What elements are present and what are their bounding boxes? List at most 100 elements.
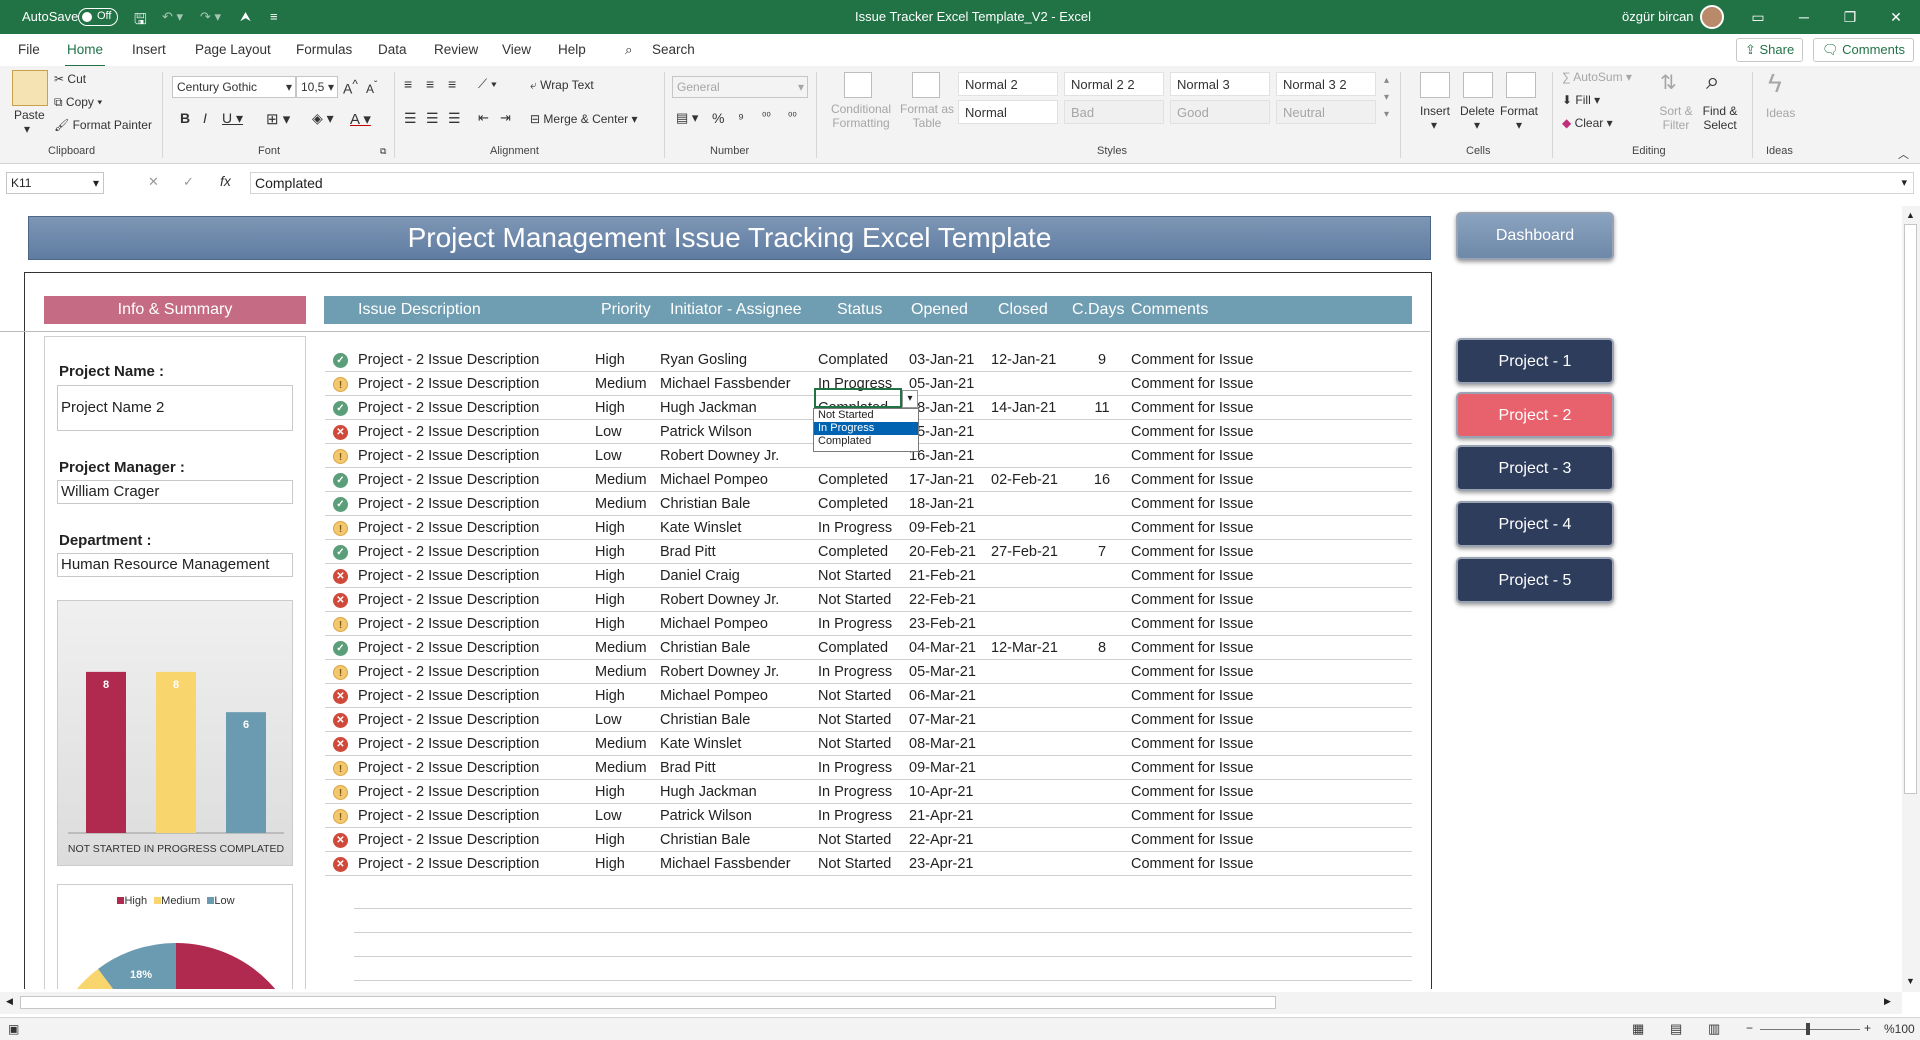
- table-row[interactable]: ✕Project - 2 Issue DescriptionHighChrist…: [325, 828, 1412, 852]
- col-priority[interactable]: Priority: [601, 296, 651, 324]
- autosave-toggle[interactable]: Off: [78, 8, 118, 26]
- cell-comment[interactable]: Comment for Issue: [1131, 492, 1254, 516]
- cell-priority[interactable]: Medium: [595, 732, 647, 756]
- cell-priority[interactable]: High: [595, 348, 625, 372]
- cell-comment[interactable]: Comment for Issue: [1131, 684, 1254, 708]
- tab-view[interactable]: View: [502, 42, 531, 57]
- cell-comment[interactable]: Comment for Issue: [1131, 348, 1254, 372]
- horizontal-scroll-thumb[interactable]: [20, 996, 1276, 1009]
- align-left-icon[interactable]: ☰: [404, 110, 417, 127]
- font-name-select[interactable]: Century Gothic▾: [172, 76, 296, 98]
- col-initiator-assignee[interactable]: Initiator - Assignee: [670, 296, 802, 324]
- vertical-scrollbar[interactable]: ▲ ▼: [1902, 206, 1920, 992]
- cell-assignee[interactable]: Robert Downey Jr.: [660, 588, 779, 612]
- cell-cdays[interactable]: 7: [1092, 540, 1112, 564]
- fill-color-icon[interactable]: ◈ ▾: [312, 110, 334, 127]
- zoom-slider[interactable]: [1760, 1029, 1860, 1030]
- zoom-in-icon[interactable]: +: [1864, 1021, 1871, 1035]
- cell-assignee[interactable]: Christian Bale: [660, 492, 750, 516]
- cell-assignee[interactable]: Daniel Craig: [660, 564, 740, 588]
- cell-status[interactable]: In Progress: [818, 756, 892, 780]
- zoom-out-icon[interactable]: −: [1746, 1021, 1753, 1035]
- cell-status[interactable]: Not Started: [818, 588, 891, 612]
- cell-comment[interactable]: Comment for Issue: [1131, 396, 1254, 420]
- tab-help[interactable]: Help: [558, 42, 586, 57]
- cell-assignee[interactable]: Michael Fassbender: [660, 372, 791, 396]
- merge-center-button[interactable]: ⊟ Merge & Center ▾: [530, 112, 637, 126]
- insert-cells-button[interactable]: Insert: [1420, 104, 1450, 118]
- table-row[interactable]: !Project - 2 Issue DescriptionHighKate W…: [325, 516, 1412, 540]
- cell-priority[interactable]: High: [595, 828, 625, 852]
- cell-status[interactable]: In Progress: [818, 516, 892, 540]
- borders-icon[interactable]: ⊞ ▾: [266, 110, 290, 128]
- cell-issue-description[interactable]: Project - 2 Issue Description: [358, 540, 539, 564]
- cell-opened[interactable]: 23-Feb-21: [909, 612, 976, 636]
- shrink-font-icon[interactable]: Aˇ: [366, 80, 377, 96]
- find-icon[interactable]: ⌕: [1706, 68, 1719, 96]
- col-status[interactable]: Status: [837, 296, 882, 324]
- table-row[interactable]: !Project - 2 Issue DescriptionMediumRobe…: [325, 660, 1412, 684]
- col-cdays[interactable]: C.Days: [1072, 296, 1124, 324]
- style-normal-3-2[interactable]: Normal 3 2: [1276, 72, 1376, 96]
- cell-opened[interactable]: 22-Feb-21: [909, 588, 976, 612]
- style-neutral[interactable]: Neutral: [1276, 100, 1376, 124]
- zoom-level[interactable]: %100: [1884, 1022, 1915, 1036]
- cell-issue-description[interactable]: Project - 2 Issue Description: [358, 564, 539, 588]
- redo-icon[interactable]: ↷ ▾: [200, 9, 221, 25]
- cell-issue-description[interactable]: Project - 2 Issue Description: [358, 636, 539, 660]
- chevron-down-icon[interactable]: ▾: [1516, 118, 1522, 132]
- table-row[interactable]: ✕Project - 2 Issue DescriptionMediumKate…: [325, 732, 1412, 756]
- tab-data[interactable]: Data: [378, 42, 407, 57]
- format-as-table-button[interactable]: Format as Table: [900, 102, 954, 130]
- cell-comment[interactable]: Comment for Issue: [1131, 444, 1254, 468]
- cell-priority[interactable]: High: [595, 516, 625, 540]
- cell-priority[interactable]: High: [595, 564, 625, 588]
- align-top-icon[interactable]: ≡: [404, 76, 412, 92]
- cell-opened[interactable]: 20-Feb-21: [909, 540, 976, 564]
- cell-closed[interactable]: 12-Mar-21: [991, 636, 1058, 660]
- cell-priority[interactable]: High: [595, 396, 625, 420]
- cell-opened[interactable]: 21-Feb-21: [909, 564, 976, 588]
- cell-opened[interactable]: 09-Feb-21: [909, 516, 976, 540]
- tab-file[interactable]: File: [18, 42, 40, 57]
- project-2-button[interactable]: Project - 2: [1456, 392, 1614, 438]
- cell-priority[interactable]: Low: [595, 420, 622, 444]
- restore-icon[interactable]: ❐: [1827, 0, 1873, 34]
- cell-priority[interactable]: Low: [595, 444, 622, 468]
- cell-opened[interactable]: 08-Mar-21: [909, 732, 976, 756]
- minimize-icon[interactable]: ─: [1781, 0, 1827, 34]
- cell-assignee[interactable]: Christian Bale: [660, 636, 750, 660]
- cell-issue-description[interactable]: Project - 2 Issue Description: [358, 684, 539, 708]
- cell-opened[interactable]: 03-Jan-21: [909, 348, 974, 372]
- delete-cells-button[interactable]: Delete: [1460, 104, 1495, 118]
- cell-closed[interactable]: 14-Jan-21: [991, 396, 1056, 420]
- cell-status[interactable]: Not Started: [818, 852, 891, 876]
- project-4-button[interactable]: Project - 4: [1456, 501, 1614, 547]
- percent-icon[interactable]: %: [712, 110, 724, 126]
- style-normal-2-2[interactable]: Normal 2 2: [1064, 72, 1164, 96]
- grow-font-icon[interactable]: A^: [343, 78, 358, 97]
- project-3-button[interactable]: Project - 3: [1456, 445, 1614, 491]
- increase-decimal-icon[interactable]: ⁰⁰: [762, 110, 771, 123]
- cell-status[interactable]: Complated: [818, 636, 888, 660]
- cell-cdays[interactable]: 9: [1092, 348, 1112, 372]
- insert-cells-icon[interactable]: [1420, 72, 1450, 98]
- cell-comment[interactable]: Comment for Issue: [1131, 588, 1254, 612]
- collapse-ribbon-icon[interactable]: ︿: [1898, 146, 1909, 162]
- cell-comment[interactable]: Comment for Issue: [1131, 708, 1254, 732]
- italic-icon[interactable]: I: [203, 110, 207, 126]
- cell-priority[interactable]: High: [595, 588, 625, 612]
- cell-priority[interactable]: High: [595, 612, 625, 636]
- cell-assignee[interactable]: Patrick Wilson: [660, 804, 752, 828]
- dashboard-button[interactable]: Dashboard: [1456, 212, 1614, 260]
- table-row[interactable]: ✕Project - 2 Issue DescriptionHighDaniel…: [325, 564, 1412, 588]
- dropdown-option-not-started[interactable]: Not Started: [814, 409, 918, 422]
- dropdown-arrow-icon[interactable]: ▾: [902, 390, 918, 408]
- project-5-button[interactable]: Project - 5: [1456, 557, 1614, 603]
- cell-issue-description[interactable]: Project - 2 Issue Description: [358, 468, 539, 492]
- cell-issue-description[interactable]: Project - 2 Issue Description: [358, 852, 539, 876]
- cell-status[interactable]: Not Started: [818, 732, 891, 756]
- font-size-select[interactable]: 10,5▾: [296, 76, 338, 98]
- table-row[interactable]: !Project - 2 Issue DescriptionMediumBrad…: [325, 756, 1412, 780]
- cell-issue-description[interactable]: Project - 2 Issue Description: [358, 420, 539, 444]
